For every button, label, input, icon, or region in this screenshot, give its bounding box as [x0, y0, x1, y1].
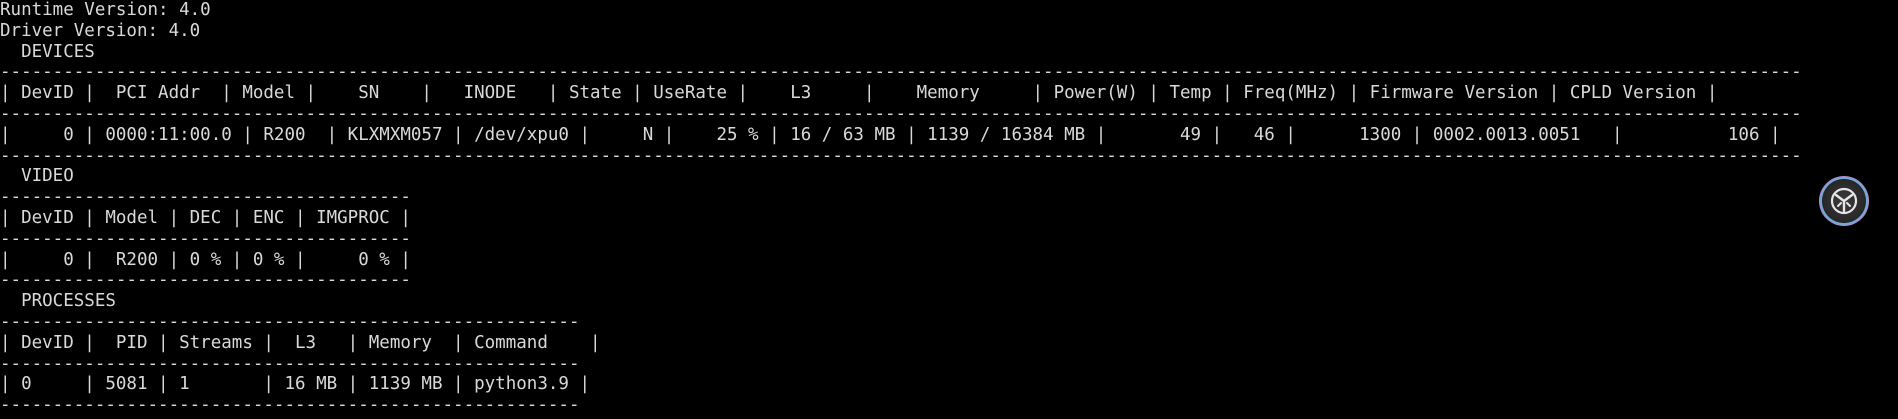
processes-data-row: | 0 | 5081 | 1 | 16 MB | 1139 MB | pytho… [0, 374, 591, 395]
terminal-window[interactable]: Runtime Version: 4.0 Driver Version: 4.0… [0, 0, 1898, 419]
video-separator-bottom: --------------------------------------- [0, 270, 411, 291]
devices-separator-top: ----------------------------------------… [0, 62, 1802, 83]
processes-header-row: | DevID | PID | Streams | L3 | Memory | … [0, 332, 601, 353]
driver-version-line: Driver Version: 4.0 [0, 20, 201, 41]
devices-title: DEVICES [0, 41, 95, 62]
video-title: VIDEO [0, 166, 74, 187]
devices-separator-mid: ----------------------------------------… [0, 103, 1802, 124]
assistant-logo-icon[interactable] [1822, 179, 1866, 223]
processes-separator-bottom: ----------------------------------------… [0, 395, 580, 416]
video-separator-mid: --------------------------------------- [0, 228, 411, 249]
processes-separator-top: ----------------------------------------… [0, 311, 580, 332]
devices-separator-bottom: ----------------------------------------… [0, 145, 1802, 166]
video-header-row: | DevID | Model | DEC | ENC | IMGPROC | [0, 207, 411, 228]
processes-title: PROCESSES [0, 291, 116, 312]
devices-data-row: | 0 | 0000:11:00.0 | R200 | KLXMXM057 | … [0, 124, 1781, 145]
video-data-row: | 0 | R200 | 0 % | 0 % | 0 % | [0, 249, 411, 270]
assistant-logo-glyph [1830, 187, 1858, 215]
devices-header-row: | DevID | PCI Addr | Model | SN | INODE … [0, 83, 1718, 104]
processes-separator-mid: ----------------------------------------… [0, 353, 580, 374]
runtime-version-line: Runtime Version: 4.0 [0, 0, 211, 20]
video-separator-top: --------------------------------------- [0, 187, 411, 208]
